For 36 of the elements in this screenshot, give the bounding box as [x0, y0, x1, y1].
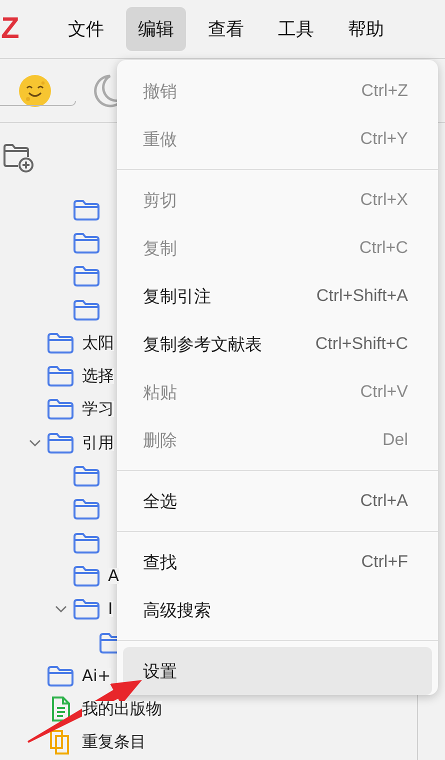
tree-item[interactable]: 太阳 — [82, 334, 114, 351]
folder-icon — [47, 432, 74, 454]
tree-item[interactable]: A — [108, 568, 119, 584]
smiley-icon[interactable] — [18, 74, 52, 108]
menu-item[interactable]: 帮助 — [336, 7, 396, 51]
menu-option[interactable]: 高级搜索 — [123, 586, 432, 634]
logo: Z — [0, 12, 20, 46]
tree-item[interactable]: Ai+ — [82, 668, 111, 684]
folder-icon — [73, 265, 100, 288]
tree-item[interactable]: 我的出版物 — [82, 701, 162, 718]
folder-icon — [47, 332, 74, 354]
folder-icon — [73, 498, 100, 520]
tree-item[interactable]: 选择 — [82, 368, 114, 384]
tree-item[interactable]: 引用 — [82, 434, 114, 451]
menu-item[interactable]: 查看 — [196, 7, 256, 51]
menu-option[interactable]: 查找 Ctrl+F — [123, 538, 432, 586]
folder-icon — [73, 298, 100, 321]
folder-icon — [73, 598, 100, 620]
new-folder-icon[interactable] — [3, 143, 35, 173]
folder-icon — [73, 465, 100, 488]
menu-item[interactable]: 工具 — [266, 7, 326, 51]
folder-icon — [47, 365, 74, 388]
menu-option[interactable]: 全选 Ctrl+A — [123, 477, 432, 525]
menu-option[interactable]: 设置 — [123, 647, 432, 695]
folder-icon — [47, 398, 74, 420]
folder-icon — [47, 664, 74, 687]
folder-icon — [73, 532, 100, 554]
menu-option[interactable]: 复制引注 Ctrl+Shift+A — [123, 272, 432, 320]
tree-item[interactable]: 学习 — [82, 401, 114, 418]
tree-item[interactable]: 重复条目 — [82, 734, 146, 750]
folder-icon — [73, 232, 100, 254]
menu-item[interactable]: 文件 — [56, 7, 116, 51]
folder-icon — [73, 198, 100, 221]
folder-icon — [73, 564, 100, 587]
menu-item[interactable]: 编辑 — [126, 7, 186, 51]
menu-option[interactable]: 复制参考文献表 Ctrl+Shift+C — [123, 320, 432, 368]
